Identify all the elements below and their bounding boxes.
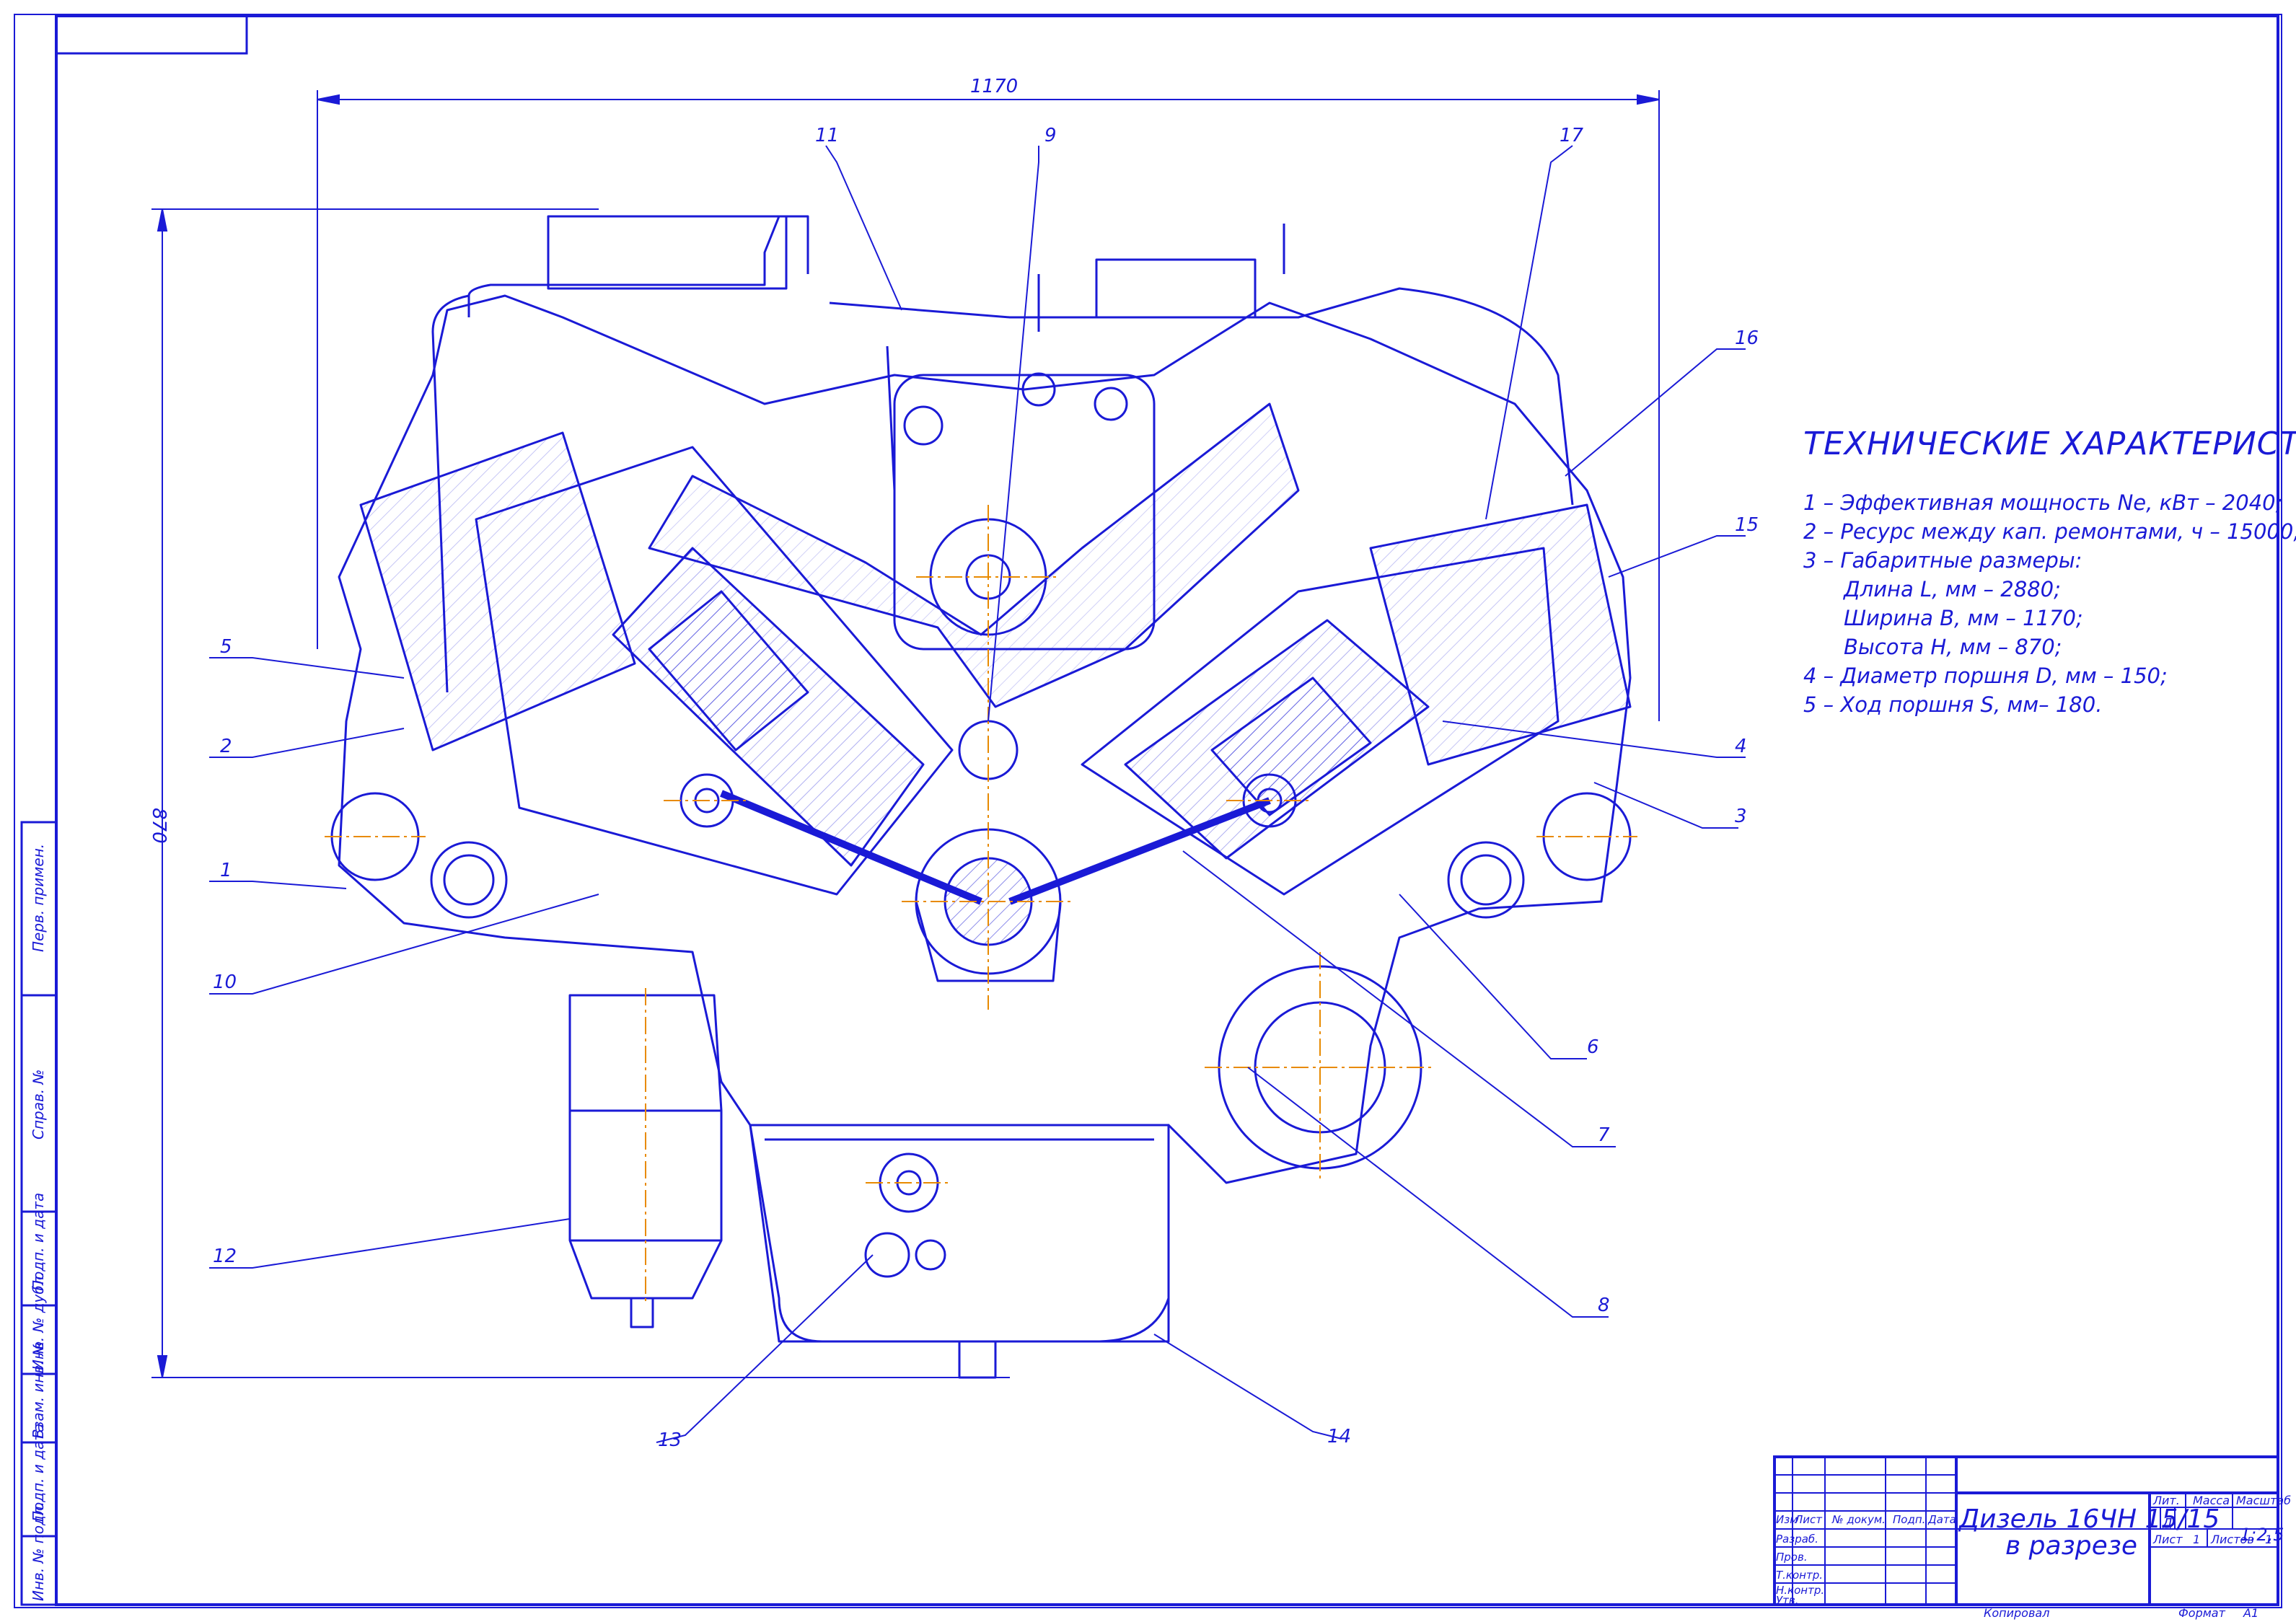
callout-5: 5 xyxy=(220,636,232,658)
row-razrab: Разраб. xyxy=(1776,1533,1818,1546)
massa-label: Масса xyxy=(2193,1494,2230,1507)
spec-item: Ширина B, мм – 1170; xyxy=(1844,606,2083,630)
engine-cross-section xyxy=(330,215,1632,1379)
callout-6: 6 xyxy=(1587,1036,1599,1058)
technical-specs: ТЕХНИЧЕСКИЕ ХАРАКТЕРИСТИКИ 1 – Эффективн… xyxy=(1803,426,2296,719)
col-sign: Подп. xyxy=(1893,1513,1925,1526)
masshtab-label: Масштаб xyxy=(2236,1494,2291,1507)
sheets-value: 1 xyxy=(2265,1533,2272,1546)
col-date: Дата xyxy=(1927,1513,1956,1526)
row-utv: Утв. xyxy=(1776,1594,1799,1607)
oil-drain-plug xyxy=(958,1340,997,1379)
margin-label: Справ. № xyxy=(30,1070,47,1140)
callout-7: 7 xyxy=(1598,1124,1610,1146)
lit-label: Лит. xyxy=(2152,1494,2180,1507)
dimension-width-label: 1170 xyxy=(970,76,1018,97)
spec-item: Длина L, мм – 2880; xyxy=(1844,577,2061,601)
drawing-subtitle: в разрезе xyxy=(2005,1531,2137,1561)
sheet-label: Лист xyxy=(2152,1533,2183,1546)
fuel-injection-block xyxy=(547,215,788,290)
specs-title: ТЕХНИЧЕСКИЕ ХАРАКТЕРИСТИКИ xyxy=(1803,426,2296,462)
callout-8: 8 xyxy=(1598,1295,1610,1316)
spec-item: 2 – Ресурс между кап. ремонтами, ч – 150… xyxy=(1803,519,2296,544)
oil-pan xyxy=(749,1124,1170,1343)
sheets-label: Листов xyxy=(2210,1533,2254,1546)
format-label: Формат xyxy=(2178,1606,2226,1620)
callout-13: 13 xyxy=(658,1429,682,1451)
callout-16: 16 xyxy=(1735,327,1759,349)
callout-12: 12 xyxy=(213,1246,237,1267)
callout-4: 4 xyxy=(1735,736,1747,757)
row-tkontr: Т.контр. xyxy=(1776,1569,1823,1582)
row-prov: Пров. xyxy=(1776,1551,1808,1564)
col-list: Лист xyxy=(1794,1513,1823,1526)
margin-labels: Перв. примен. Справ. № Подп. и дата Инв.… xyxy=(30,844,47,1601)
drawing-title: Дизель 16ЧН 15/15 xyxy=(1958,1504,2220,1534)
col-doc: № докум. xyxy=(1831,1513,1886,1526)
margin-label: Инв. № подл. xyxy=(30,1502,47,1601)
callout-14: 14 xyxy=(1327,1426,1351,1447)
spec-item: 5 – Ход поршня S, мм– 180. xyxy=(1803,692,2103,717)
sheet-value: 1 xyxy=(2193,1533,2200,1546)
drawing-sheet: Перв. примен. Справ. № Подп. и дата Инв.… xyxy=(14,14,2291,1620)
format-value: А1 xyxy=(2243,1606,2258,1620)
callout-9: 9 xyxy=(1044,125,1057,146)
callout-15: 15 xyxy=(1735,514,1759,536)
copied-label: Копировал xyxy=(1984,1606,2049,1620)
callout-3: 3 xyxy=(1735,806,1747,827)
spec-item: 3 – Габаритные размеры: xyxy=(1803,548,2082,573)
sheet-frame xyxy=(14,14,2282,1608)
title-block-text: Дизель 16ЧН 15/15 в разрезе Изм Лист № д… xyxy=(1776,1494,2291,1620)
right-cylinder-head xyxy=(1369,503,1632,766)
callout-17: 17 xyxy=(1560,125,1584,146)
callout-2: 2 xyxy=(220,736,232,757)
spec-item: Высота H, мм – 870; xyxy=(1844,635,2062,659)
spec-item: 1 – Эффективная мощность Ne, кВт – 2040; xyxy=(1803,490,2283,515)
callout-1: 1 xyxy=(220,860,232,881)
margin-label: Перв. примен. xyxy=(30,844,47,952)
dimension-height-label: 870 xyxy=(148,808,170,844)
callout-11: 11 xyxy=(815,125,839,146)
top-cover xyxy=(1095,258,1257,319)
callout-10: 10 xyxy=(213,971,237,993)
spec-item: 4 – Диаметр поршня D, мм – 150; xyxy=(1803,664,2168,688)
lit-value: д xyxy=(2162,1512,2173,1530)
